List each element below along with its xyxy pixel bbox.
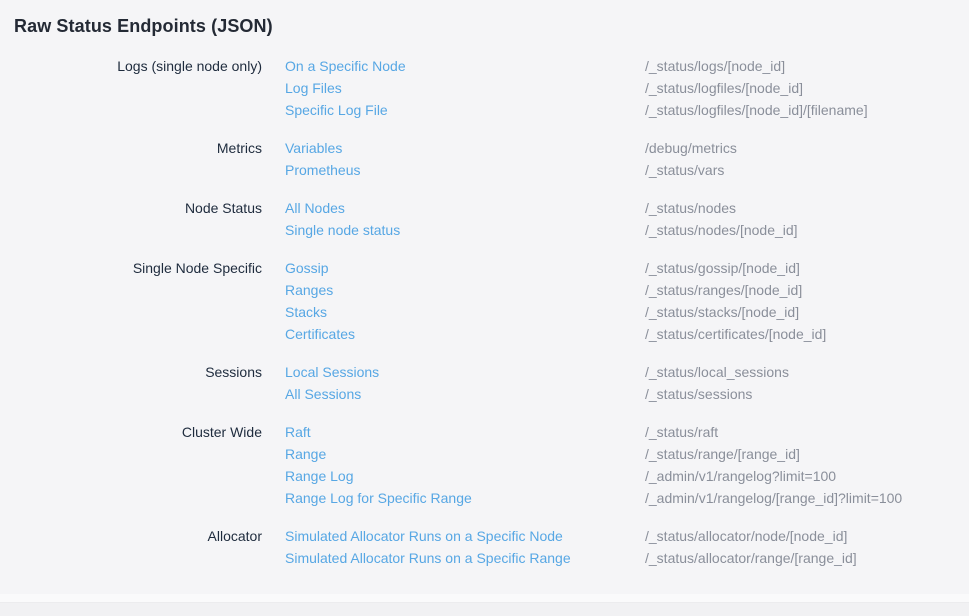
section-category-label: Allocator — [0, 525, 285, 547]
endpoint-section: Sessions Local SessionsAll Sessions /_st… — [0, 361, 969, 405]
endpoint-path: /_admin/v1/rangelog?limit=100 — [645, 465, 969, 487]
endpoint-section: Metrics VariablesPrometheus /debug/metri… — [0, 137, 969, 181]
endpoint-path: /_status/vars — [645, 159, 969, 181]
endpoint-link[interactable]: Stacks — [285, 301, 327, 323]
endpoint-path: /_status/raft — [645, 421, 969, 443]
endpoint-path: /_status/local_sessions — [645, 361, 969, 383]
endpoint-link[interactable]: Log Files — [285, 77, 342, 99]
endpoint-link[interactable]: Prometheus — [285, 159, 360, 181]
endpoint-path: /_status/sessions — [645, 383, 969, 405]
page-bottom-gap — [0, 594, 969, 602]
section-paths-column: /debug/metrics/_status/vars — [645, 137, 969, 181]
endpoint-link[interactable]: Certificates — [285, 323, 355, 345]
endpoint-path: /_status/allocator/node/[node_id] — [645, 525, 969, 547]
endpoint-section: Allocator Simulated Allocator Runs on a … — [0, 525, 969, 569]
endpoint-link[interactable]: Range — [285, 443, 326, 465]
section-paths-column: /_status/logs/[node_id]/_status/logfiles… — [645, 55, 969, 121]
section-category-label: Sessions — [0, 361, 285, 383]
section-paths-column: /_status/allocator/node/[node_id]/_statu… — [645, 525, 969, 569]
endpoint-link[interactable]: Gossip — [285, 257, 329, 279]
endpoint-path: /_status/gossip/[node_id] — [645, 257, 969, 279]
endpoints-table: Logs (single node only) On a Specific No… — [0, 55, 969, 569]
section-links-column: VariablesPrometheus — [285, 137, 645, 181]
endpoint-path: /_status/logfiles/[node_id] — [645, 77, 969, 99]
endpoint-path: /_admin/v1/rangelog/[range_id]?limit=100 — [645, 487, 969, 509]
section-links-column: All NodesSingle node status — [285, 197, 645, 241]
endpoint-link[interactable]: Raft — [285, 421, 311, 443]
page-title: Raw Status Endpoints (JSON) — [14, 12, 969, 40]
endpoint-path: /_status/ranges/[node_id] — [645, 279, 969, 301]
endpoint-link[interactable]: Local Sessions — [285, 361, 379, 383]
endpoint-link[interactable]: Range Log — [285, 465, 354, 487]
section-category-label: Logs (single node only) — [0, 55, 285, 77]
endpoint-link[interactable]: All Sessions — [285, 383, 361, 405]
endpoint-section: Logs (single node only) On a Specific No… — [0, 55, 969, 121]
section-links-column: Simulated Allocator Runs on a Specific N… — [285, 525, 645, 569]
endpoint-link[interactable]: Simulated Allocator Runs on a Specific N… — [285, 525, 563, 547]
section-paths-column: /_status/raft/_status/range/[range_id]/_… — [645, 421, 969, 509]
endpoint-path: /_status/nodes/[node_id] — [645, 219, 969, 241]
endpoint-path: /_status/certificates/[node_id] — [645, 323, 969, 345]
endpoint-path: /_status/stacks/[node_id] — [645, 301, 969, 323]
section-links-column: Local SessionsAll Sessions — [285, 361, 645, 405]
endpoint-link[interactable]: Range Log for Specific Range — [285, 487, 472, 509]
endpoint-path: /_status/allocator/range/[range_id] — [645, 547, 969, 569]
endpoint-link[interactable]: All Nodes — [285, 197, 345, 219]
endpoint-section: Cluster Wide RaftRangeRange LogRange Log… — [0, 421, 969, 509]
endpoint-path: /_status/logs/[node_id] — [645, 55, 969, 77]
endpoint-path: /_status/nodes — [645, 197, 969, 219]
section-category-label: Single Node Specific — [0, 257, 285, 279]
page-bottom-strip — [0, 602, 969, 616]
section-category-label: Node Status — [0, 197, 285, 219]
endpoint-path: /_status/logfiles/[node_id]/[filename] — [645, 99, 969, 121]
section-links-column: RaftRangeRange LogRange Log for Specific… — [285, 421, 645, 509]
debug-endpoints-page: Raw Status Endpoints (JSON) Logs (single… — [0, 12, 969, 569]
endpoint-path: /debug/metrics — [645, 137, 969, 159]
endpoint-link[interactable]: Single node status — [285, 219, 400, 241]
section-category-label: Cluster Wide — [0, 421, 285, 443]
endpoint-link[interactable]: Ranges — [285, 279, 333, 301]
section-category-label: Metrics — [0, 137, 285, 159]
endpoint-link[interactable]: Simulated Allocator Runs on a Specific R… — [285, 547, 571, 569]
section-links-column: GossipRangesStacksCertificates — [285, 257, 645, 345]
section-links-column: On a Specific NodeLog FilesSpecific Log … — [285, 55, 645, 121]
endpoint-section: Single Node Specific GossipRangesStacksC… — [0, 257, 969, 345]
endpoint-link[interactable]: Specific Log File — [285, 99, 388, 121]
section-paths-column: /_status/gossip/[node_id]/_status/ranges… — [645, 257, 969, 345]
section-paths-column: /_status/nodes/_status/nodes/[node_id] — [645, 197, 969, 241]
section-paths-column: /_status/local_sessions/_status/sessions — [645, 361, 969, 405]
endpoint-link[interactable]: Variables — [285, 137, 342, 159]
endpoint-link[interactable]: On a Specific Node — [285, 55, 406, 77]
endpoint-path: /_status/range/[range_id] — [645, 443, 969, 465]
endpoint-section: Node Status All NodesSingle node status … — [0, 197, 969, 241]
